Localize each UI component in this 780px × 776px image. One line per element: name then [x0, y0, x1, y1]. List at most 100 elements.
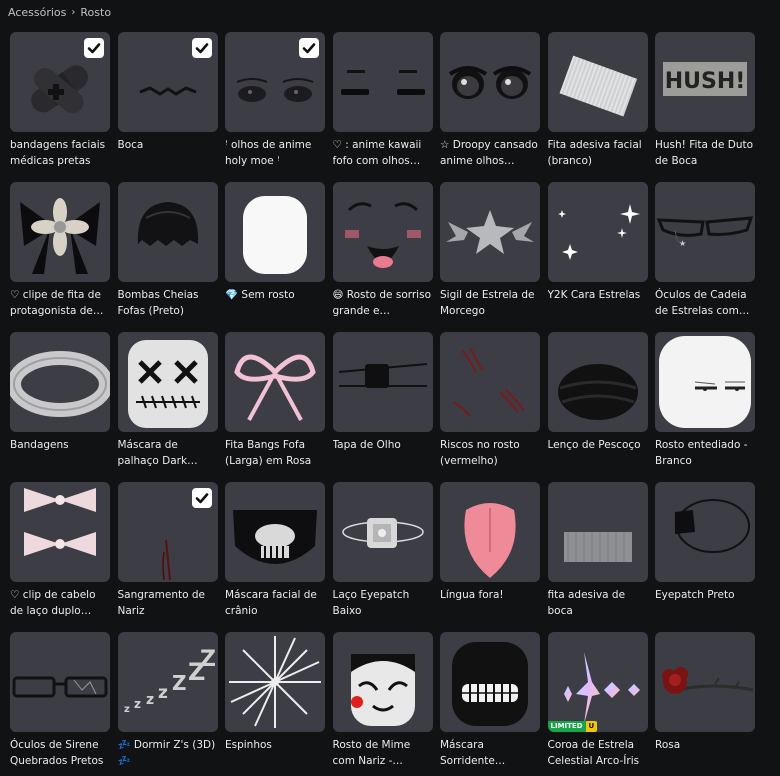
item-thumbnail [332, 32, 433, 132]
item-name: Máscara facial de crânio [225, 589, 317, 617]
chevron-right-icon: › [71, 6, 76, 18]
item-card[interactable]: z z z z Z Z Z 💤 Dormir Z's (3D) 💤 [117, 632, 218, 774]
item-name: Laço Eyepatch Baixo [332, 589, 410, 617]
item-card[interactable]: Máscara facial de crânio [225, 482, 325, 624]
item-name: 😄 Rosto de sorriso grande e… [332, 289, 432, 317]
item-name: Bombas Cheias Fofas (Preto) [117, 289, 199, 317]
unique-label: U [585, 721, 598, 732]
item-card[interactable]: 💎 Sem rosto [225, 182, 325, 324]
item-name: Rosa [655, 739, 681, 751]
item-card[interactable]: Espinhos [225, 632, 325, 774]
item-name: Y2K Cara Estrelas [547, 289, 641, 301]
item-card[interactable]: Sangramento de Nariz [117, 482, 218, 624]
item-card[interactable]: Eyepatch Preto [655, 482, 755, 624]
item-name: Máscara de palhaço Dark Gla… [117, 439, 188, 467]
item-card[interactable]: Fita Bangs Fofa (Larga) em Rosa [225, 332, 325, 474]
item-name: Eyepatch Preto [655, 589, 735, 601]
item-card[interactable]: Riscos no rosto (vermelho) [440, 332, 540, 474]
equipped-check-icon [191, 488, 212, 508]
item-thumbnail: ★ [655, 182, 755, 282]
item-name: Boca [117, 139, 144, 151]
item-thumbnail [440, 482, 540, 582]
limited-badge: LIMITED U [547, 721, 598, 732]
item-card[interactable]: HUSH! Hush! Fita de Duto de Boca [655, 32, 755, 174]
item-thumbnail: zzzzZZZ [117, 632, 218, 732]
item-name: Bandagens [10, 439, 69, 451]
item-thumbnail [440, 632, 540, 732]
item-thumbnail [332, 182, 433, 282]
item-name: Tapa de Olho [332, 439, 401, 451]
item-name: fita adesiva de boca [547, 589, 626, 617]
svg-text:z: z [146, 692, 154, 708]
item-card[interactable]: Bombas Cheias Fofas (Preto) [117, 182, 218, 324]
item-card[interactable]: ★ Óculos de Cadeia de Estrelas com… [655, 182, 755, 324]
item-card[interactable]: Lenço de Pescoço [547, 332, 648, 474]
svg-text:z: z [124, 704, 130, 715]
item-card[interactable]: Y2K Cara Estrelas [547, 182, 648, 324]
item-card[interactable]: Óculos de Sirene Quebrados Pretos [10, 632, 110, 774]
item-thumbnail [332, 482, 433, 582]
breadcrumb-parent-link[interactable]: Acessórios [8, 6, 66, 19]
item-card[interactable]: Sigil de Estrela de Morcego [440, 182, 540, 324]
item-thumbnail [117, 482, 218, 582]
item-name: Rosto de Mime com Nariz -… [332, 739, 411, 767]
item-card[interactable]: Máscara de palhaço Dark Gla… [117, 332, 218, 474]
breadcrumb-current: Rosto [80, 5, 112, 19]
item-card[interactable]: bandagens faciais médicas pretas [10, 32, 110, 174]
item-thumbnail [440, 182, 540, 282]
item-card[interactable]: ☆ Droopy cansado anime olhos pretos [440, 32, 540, 174]
item-name: ♡ clipe de fita de protagonista de… [10, 289, 104, 317]
item-name: ꜝ olhos de anime holy moe ꜝ [225, 139, 312, 167]
item-name: ♡ clip de cabelo de laço duplo rosa… [10, 589, 96, 617]
item-thumbnail [225, 332, 325, 432]
item-thumbnail [332, 632, 433, 732]
item-thumbnail [117, 32, 218, 132]
item-name: Coroa de Estrela Celestial Arco-Íris [547, 739, 640, 767]
item-card[interactable]: Máscara Sorridente… [440, 632, 540, 774]
item-card[interactable]: Língua fora! [440, 482, 540, 624]
item-card[interactable]: ꜝ olhos de anime holy moe ꜝ [225, 32, 325, 174]
item-card[interactable]: ♡ : anime kawaii fofo com olhos… [332, 32, 433, 174]
item-card[interactable]: Rosa [655, 632, 755, 774]
item-thumbnail [10, 182, 110, 282]
item-card[interactable]: ♡ clip de cabelo de laço duplo rosa… [10, 482, 110, 624]
item-name: Lenço de Pescoço [547, 439, 641, 451]
item-name: Hush! Fita de Duto de Boca [655, 139, 754, 167]
limited-label: LIMITED [547, 721, 586, 732]
item-card[interactable]: Tapa de Olho [332, 332, 433, 474]
item-thumbnail [225, 632, 325, 732]
item-card[interactable]: Boca [117, 32, 218, 174]
svg-text:Z: Z [200, 647, 216, 672]
item-thumbnail [440, 332, 540, 432]
item-thumbnail [655, 482, 755, 582]
item-card[interactable]: Fita adesiva facial (branco) [547, 32, 648, 174]
item-card[interactable]: ♡ clipe de fita de protagonista de… [10, 182, 110, 324]
item-card[interactable]: Laço Eyepatch Baixo [332, 482, 433, 624]
svg-text:Z: Z [172, 671, 187, 695]
item-thumbnail [547, 182, 648, 282]
item-thumbnail [117, 182, 218, 282]
item-card[interactable]: fita adesiva de boca [547, 482, 648, 624]
item-name: Fita Bangs Fofa (Larga) em Rosa [225, 439, 312, 467]
item-name: Espinhos [225, 739, 272, 751]
svg-text:z: z [134, 697, 141, 711]
item-name: ♡ : anime kawaii fofo com olhos… [332, 139, 422, 167]
item-thumbnail: HUSH! [655, 32, 755, 132]
item-thumbnail [655, 632, 755, 732]
item-card[interactable]: Bandagens [10, 332, 110, 474]
item-thumbnail [547, 332, 648, 432]
item-card[interactable]: Rosto de Mime com Nariz -… [332, 632, 433, 774]
item-card[interactable]: Rosto entediado - Branco [655, 332, 755, 474]
item-name: Sigil de Estrela de Morcego [440, 289, 535, 317]
item-name: Óculos de Sirene Quebrados Pretos [10, 739, 104, 767]
item-name: Máscara Sorridente… [440, 739, 506, 767]
item-name: Riscos no rosto (vermelho) [440, 439, 520, 467]
item-name: ☆ Droopy cansado anime olhos pretos [440, 139, 538, 167]
item-card[interactable]: 😄 Rosto de sorriso grande e… [332, 182, 433, 324]
item-thumbnail [547, 32, 648, 132]
item-thumbnail [547, 482, 648, 582]
svg-text:HUSH!: HUSH! [665, 69, 746, 94]
item-thumbnail [10, 632, 110, 732]
item-card[interactable]: LIMITED U Coroa de Estrela Celestial Arco-… [547, 632, 648, 774]
item-thumbnail [10, 32, 110, 132]
